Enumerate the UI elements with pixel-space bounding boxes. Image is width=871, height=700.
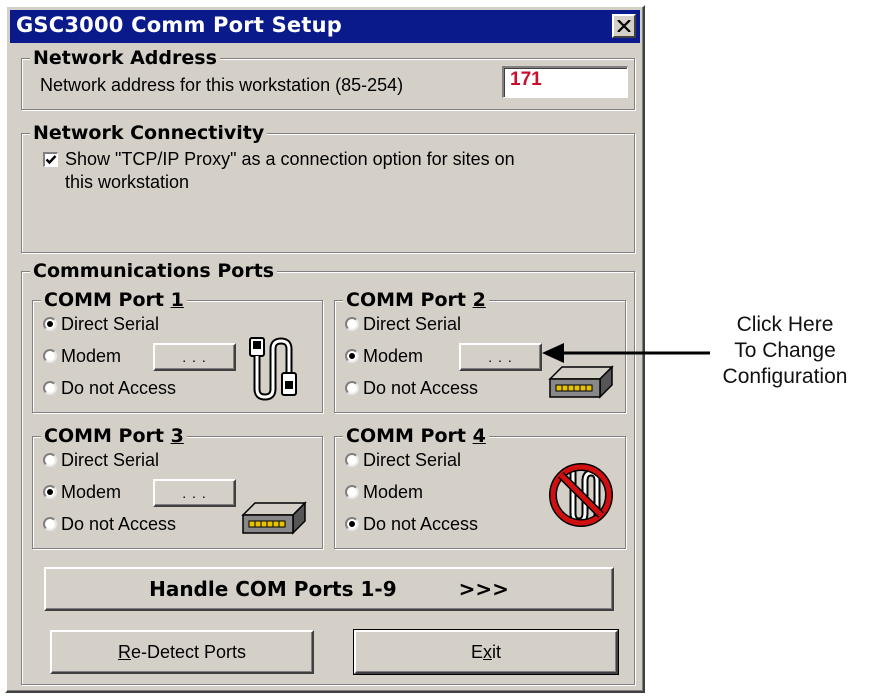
communications-ports-legend: Communications Ports — [30, 260, 278, 282]
port2-do-not-access-option[interactable]: Do not Access — [345, 377, 478, 399]
radio-icon — [43, 349, 57, 363]
port1-direct-serial-option[interactable]: Direct Serial — [43, 313, 159, 335]
radio-icon — [345, 485, 359, 499]
radio-selected-icon — [43, 485, 57, 499]
network-address-group: Network Address Network address for this… — [21, 47, 635, 110]
network-address-label: Network address for this workstation (85… — [40, 75, 404, 95]
comm-port-3-group: COMM Port 3 Direct Serial Modem . . . Do… — [32, 425, 323, 549]
comm-port-2-legend: COMM Port 2 — [343, 289, 489, 311]
port1-do-not-access-option[interactable]: Do not Access — [43, 377, 176, 399]
radio-icon — [43, 381, 57, 395]
checkmark-icon — [45, 155, 57, 165]
port4-do-not-access-option[interactable]: Do not Access — [345, 513, 478, 535]
radio-icon — [345, 317, 359, 331]
port4-direct-serial-option[interactable]: Direct Serial — [345, 449, 461, 471]
comm-port-4-group: COMM Port 4 Direct Serial Modem Do not A… — [334, 425, 626, 549]
radio-icon — [43, 453, 57, 467]
handle-com-ports-arrows: >>> — [458, 577, 509, 601]
radio-selected-icon — [43, 317, 57, 331]
port4-modem-option[interactable]: Modem — [345, 481, 423, 503]
modem-icon — [548, 365, 614, 399]
callout-arrow — [542, 343, 710, 363]
network-address-legend: Network Address — [30, 47, 220, 69]
callout-text: Click Here To Change Configuration — [700, 312, 870, 390]
port1-modem-option[interactable]: Modem — [43, 345, 121, 367]
redetect-ports-button[interactable]: Re-Detect Ports — [50, 630, 314, 674]
port2-direct-serial-option[interactable]: Direct Serial — [345, 313, 461, 335]
port3-direct-serial-option[interactable]: Direct Serial — [43, 449, 159, 471]
callout-line3: Configuration — [722, 365, 848, 388]
port3-configure-button[interactable]: . . . — [153, 479, 236, 507]
communications-ports-group: Communications Ports COMM Port 1 Direct … — [21, 260, 635, 685]
radio-selected-icon — [345, 517, 359, 531]
serial-cable-icon — [249, 337, 297, 401]
modem-icon — [241, 501, 307, 535]
close-button[interactable] — [612, 14, 636, 38]
callout-line1: Click Here — [736, 313, 834, 336]
radio-icon — [345, 381, 359, 395]
comm-port-3-legend: COMM Port 3 — [41, 425, 187, 447]
comm-port-1-legend: COMM Port 1 — [41, 289, 187, 311]
port1-configure-button[interactable]: . . . — [153, 343, 236, 371]
network-connectivity-legend: Network Connectivity — [30, 122, 268, 144]
radio-selected-icon — [345, 349, 359, 363]
comm-port-1-group: COMM Port 1 Direct Serial Modem . . . Do… — [32, 289, 323, 413]
comm-port-4-legend: COMM Port 4 — [343, 425, 489, 447]
window-title: GSC3000 Comm Port Setup — [16, 13, 342, 37]
title-bar: GSC3000 Comm Port Setup — [10, 10, 640, 43]
tcp-proxy-label-line1: Show "TCP/IP Proxy" as a connection opti… — [65, 149, 515, 169]
no-access-icon — [549, 463, 613, 527]
tcp-proxy-label-line2: this workstation — [65, 172, 190, 192]
network-connectivity-group: Network Connectivity Show "TCP/IP Proxy"… — [21, 122, 635, 253]
network-address-input[interactable]: 171 — [502, 66, 628, 98]
handle-com-ports-button[interactable]: Handle COM Ports 1-9 >>> — [44, 567, 614, 611]
close-icon — [617, 20, 631, 32]
port2-configure-button[interactable]: . . . — [459, 343, 542, 371]
exit-button[interactable]: Ex it — [353, 629, 619, 675]
callout-line2: To Change — [734, 339, 836, 362]
radio-icon — [43, 517, 57, 531]
handle-com-ports-label: Handle COM Ports 1-9 — [149, 577, 397, 601]
tcp-proxy-checkbox[interactable] — [43, 152, 58, 167]
port2-modem-option[interactable]: Modem — [345, 345, 423, 367]
port3-do-not-access-option[interactable]: Do not Access — [43, 513, 176, 535]
radio-icon — [345, 453, 359, 467]
port3-modem-option[interactable]: Modem — [43, 481, 121, 503]
